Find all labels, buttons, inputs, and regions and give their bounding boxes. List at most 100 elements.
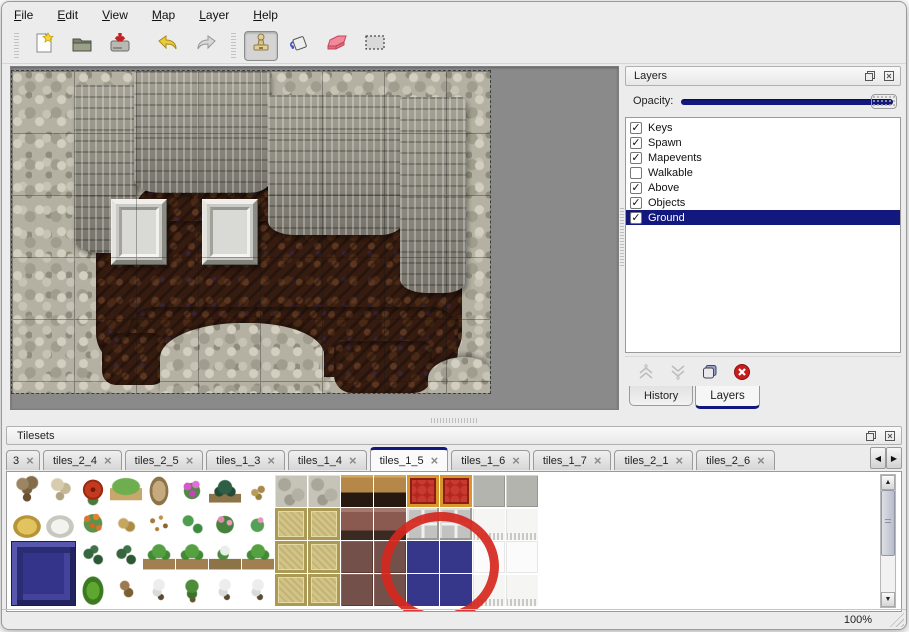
palette-tile-floor-stone[interactable] (275, 475, 307, 507)
layer-row-walkable[interactable]: Walkable (626, 165, 900, 180)
palette-tile-tile-brown[interactable] (341, 574, 373, 606)
palette-tile-floor-concrete[interactable] (506, 475, 538, 507)
layer-row-objects[interactable]: ✓Objects (626, 195, 900, 210)
menu-item-map[interactable]: Map (152, 8, 175, 22)
vertical-splitter[interactable] (619, 66, 624, 410)
palette-tile-palm-green[interactable] (176, 541, 208, 573)
raise-layer-button[interactable] (635, 361, 657, 383)
tab-close-icon[interactable]: × (594, 456, 602, 466)
palette-tile-mound-snow[interactable] (44, 508, 76, 540)
layer-row-spawn[interactable]: ✓Spawn (626, 135, 900, 150)
tileset-tab-tiles_1_7[interactable]: tiles_1_7× (533, 450, 612, 470)
float-panel-icon[interactable] (863, 429, 878, 442)
menu-item-file[interactable]: File (14, 8, 33, 22)
dock-tab-layers[interactable]: Layers (695, 386, 760, 409)
tab-close-icon[interactable]: × (186, 456, 194, 466)
tab-close-icon[interactable]: × (757, 456, 765, 466)
tileset-tab-tiles_2_5[interactable]: tiles_2_5× (125, 450, 204, 470)
scroll-up-button[interactable]: ▲ (881, 475, 895, 490)
palette-tile-shrubs-pine[interactable] (110, 541, 142, 573)
palette-tile-carpet-tan[interactable] (275, 508, 307, 540)
palette-tile-plant-dry[interactable] (242, 475, 274, 507)
palette-tile-table-wood[interactable] (341, 475, 373, 507)
tab-close-icon[interactable]: × (104, 456, 112, 466)
layer-row-ground[interactable]: ✓Ground (626, 210, 900, 225)
palette-tile-lily-flower[interactable] (242, 508, 274, 540)
menu-item-layer[interactable]: Layer (199, 8, 229, 22)
menu-item-edit[interactable]: Edit (57, 8, 78, 22)
tileset-tab-tiles_1_4[interactable]: tiles_1_4× (288, 450, 367, 470)
tab-scroll-right-button[interactable]: ▶ (886, 447, 902, 469)
tab-close-icon[interactable]: × (431, 456, 439, 466)
layer-checkbox[interactable]: ✓ (630, 152, 642, 164)
palette-tile-leaves[interactable] (143, 508, 175, 540)
palette-tile-tree-snowy[interactable] (209, 574, 241, 606)
select-tool-button[interactable] (358, 31, 392, 61)
tab-close-icon[interactable]: × (26, 456, 34, 466)
opacity-slider-handle[interactable] (871, 94, 897, 109)
palette-tile-floor-stone[interactable] (308, 475, 340, 507)
palette-tile-floor-concrete[interactable] (473, 475, 505, 507)
palette-tile-tile-white[interactable] (506, 541, 538, 573)
scroll-down-button[interactable]: ▼ (881, 592, 895, 607)
palette-tile-shrubs-pine[interactable] (77, 541, 109, 573)
palette-tile-carpet-tan[interactable] (308, 541, 340, 573)
tileset-tab-tiles_1_5[interactable]: tiles_1_5× (370, 447, 449, 471)
layer-checkbox[interactable]: ✓ (630, 182, 642, 194)
close-panel-icon[interactable] (881, 70, 896, 83)
palette-tile-tree-green[interactable] (176, 574, 208, 606)
palette-tile-carpet-tan[interactable] (308, 508, 340, 540)
eraser-tool-button[interactable] (320, 31, 354, 61)
toolbar-grip[interactable] (14, 33, 19, 59)
redo-button[interactable] (189, 31, 223, 61)
menu-item-view[interactable]: View (102, 8, 128, 22)
tileset-tab-tiles_2_1[interactable]: tiles_2_1× (614, 450, 693, 470)
layer-checkbox[interactable]: ✓ (630, 122, 642, 134)
open-file-button[interactable] (65, 31, 99, 61)
save-file-button[interactable] (103, 31, 137, 61)
palette-tile-palm-green[interactable] (143, 541, 175, 573)
palette-tile-tree-coral[interactable] (44, 475, 76, 507)
scrollbar-track[interactable] (881, 490, 895, 592)
fill-tool-button[interactable] (282, 31, 316, 61)
palette-tile-lilypads[interactable] (176, 508, 208, 540)
delete-layer-button[interactable] (731, 361, 753, 383)
palette-tile-carpet-tan[interactable] (308, 574, 340, 606)
palette-tile-bush-cone[interactable] (77, 574, 109, 606)
palette-tile-stump-tall[interactable] (143, 475, 175, 507)
tileset-tab-tiles_2_6[interactable]: tiles_2_6× (696, 450, 775, 470)
palette-tile-palm-green[interactable] (242, 541, 274, 573)
palette-tile-carpet-red[interactable] (440, 475, 472, 507)
palette-tile-carpet-red[interactable] (407, 475, 439, 507)
close-panel-icon[interactable] (882, 429, 897, 442)
tileset-tab-tiles_1_6[interactable]: tiles_1_6× (451, 450, 530, 470)
palette-tile-palm-snowy[interactable] (209, 541, 241, 573)
opacity-slider-track[interactable] (681, 99, 893, 105)
tab-close-icon[interactable]: × (512, 456, 520, 466)
dock-tab-history[interactable]: History (629, 386, 693, 406)
layer-row-above[interactable]: ✓Above (626, 180, 900, 195)
palette-tile-table-mauve[interactable] (341, 508, 373, 540)
tab-scroll-left-button[interactable]: ◀ (870, 447, 886, 469)
palette-tile-carpet-tan[interactable] (275, 541, 307, 573)
map-canvas[interactable] (12, 71, 490, 393)
tileset-tab-3[interactable]: 3× (6, 450, 40, 470)
palette-tile-tree-twisted[interactable] (110, 574, 142, 606)
selected-blue-tile[interactable] (11, 541, 76, 606)
horizontal-splitter[interactable] (2, 414, 906, 426)
duplicate-layer-button[interactable] (699, 361, 721, 383)
palette-tile-palm-dark[interactable] (209, 475, 241, 507)
layer-checkbox[interactable] (630, 167, 642, 179)
stamp-tool-button[interactable] (244, 31, 278, 61)
palette-tile-stump-green[interactable] (110, 475, 142, 507)
layer-row-mapevents[interactable]: ✓Mapevents (626, 150, 900, 165)
layer-checkbox[interactable]: ✓ (630, 212, 642, 224)
undo-button[interactable] (151, 31, 185, 61)
layer-checkbox[interactable]: ✓ (630, 197, 642, 209)
scrollbar-thumb[interactable] (881, 490, 895, 556)
palette-tile-flowers-pink[interactable] (176, 475, 208, 507)
tab-close-icon[interactable]: × (267, 456, 275, 466)
layer-checkbox[interactable]: ✓ (630, 137, 642, 149)
menu-item-help[interactable]: Help (253, 8, 278, 22)
palette-tile-table-wood[interactable] (374, 475, 406, 507)
